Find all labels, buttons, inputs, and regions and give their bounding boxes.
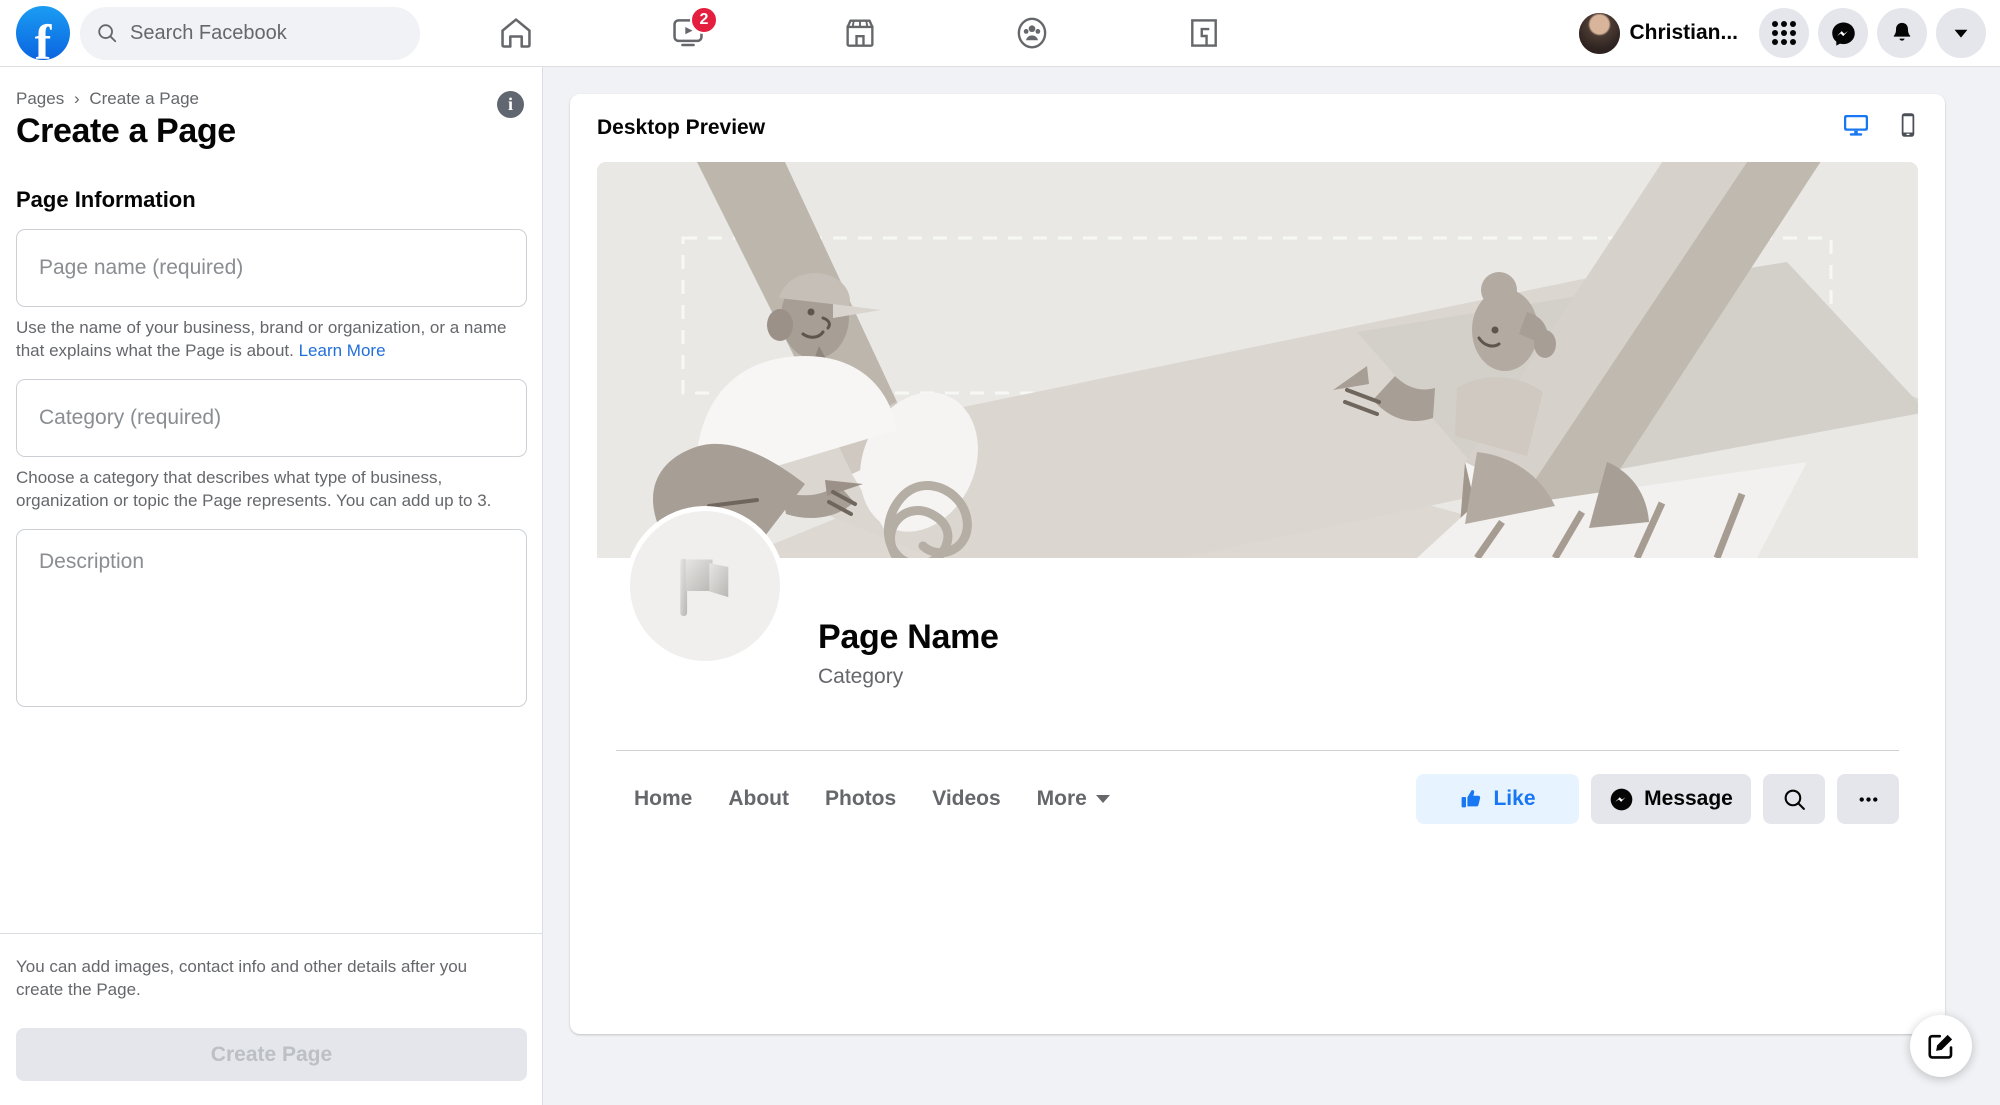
nav-left-group: Search Facebook [0, 6, 420, 67]
search-input[interactable]: Search Facebook [80, 6, 420, 60]
message-button[interactable]: Message [1591, 774, 1751, 824]
messenger-icon [1831, 21, 1855, 46]
nav-tab-marketplace[interactable] [774, 0, 946, 66]
preview-title: Desktop Preview [597, 116, 766, 139]
page-name-helper: Use the name of your business, brand or … [16, 317, 521, 363]
desktop-preview-button[interactable] [1841, 110, 1871, 140]
nav-tabs: 2 [430, 0, 1290, 66]
notifications-button[interactable] [1877, 8, 1927, 58]
preview-page-category: Category [818, 665, 904, 688]
messenger-icon [1610, 788, 1633, 810]
like-button[interactable]: Like [1416, 774, 1579, 824]
description-input[interactable]: Description [16, 528, 527, 707]
page-tab-more-label: More [1036, 787, 1087, 810]
page-tabs-row: Home About Photos Videos More Like Messa… [597, 751, 1918, 847]
profile-name: Christian... [1629, 21, 1738, 44]
video-badge: 2 [690, 6, 718, 34]
category-placeholder: Category (required) [39, 405, 222, 429]
thumbs-up-icon [1462, 790, 1481, 808]
breadcrumb: Pages › Create a Page [16, 89, 526, 109]
page-meta: Page Name Category [818, 618, 999, 689]
page-tab-photos[interactable]: Photos [807, 775, 914, 823]
menu-grid-icon [1772, 21, 1796, 45]
breadcrumb-separator: › [73, 89, 80, 108]
search-icon [96, 22, 118, 44]
search-icon [1784, 789, 1805, 810]
page-more-button[interactable] [1837, 774, 1899, 824]
gaming-icon [1191, 19, 1217, 47]
top-navigation-bar: Search Facebook 2 [0, 0, 2000, 67]
compose-icon [1928, 1034, 1953, 1059]
create-page-button[interactable]: Create Page [16, 1028, 527, 1081]
page-action-buttons: Like Message [1416, 774, 1899, 824]
page-name-placeholder: Page name (required) [39, 256, 244, 279]
sidebar-scroll-area: Pages › Create a Page Create a Page i Pa… [0, 67, 542, 933]
page-tab-videos[interactable]: Videos [914, 775, 1018, 823]
preview-area: Desktop Preview Page Name Category Home … [543, 67, 2000, 1105]
nav-right-group: Christian... [1574, 0, 1986, 66]
account-menu-button[interactable] [1936, 8, 1986, 58]
home-icon [501, 18, 531, 48]
cover-illustration [597, 162, 1918, 558]
create-page-sidebar: Pages › Create a Page Create a Page i Pa… [0, 67, 543, 1105]
breadcrumb-current: Create a Page [89, 89, 199, 108]
chevron-down-icon [1954, 29, 1968, 38]
menu-grid-button[interactable] [1759, 8, 1809, 58]
compose-fab-button[interactable] [1910, 1015, 1972, 1077]
preview-card: Desktop Preview Page Name Category Home … [570, 94, 1945, 1034]
info-icon[interactable]: i [497, 91, 524, 118]
page-tab-home[interactable]: Home [616, 775, 710, 823]
page-tab-more[interactable]: More [1019, 775, 1128, 823]
footer-note: You can add images, contact info and oth… [16, 957, 468, 1000]
sidebar-footer: You can add images, contact info and oth… [0, 933, 542, 1105]
avatar [1579, 12, 1621, 54]
nav-tab-gaming[interactable] [1118, 0, 1290, 66]
mobile-preview-button[interactable] [1893, 110, 1923, 140]
preview-header: Desktop Preview [570, 94, 1945, 162]
cover-photo[interactable] [597, 162, 1918, 558]
page-search-button[interactable] [1763, 774, 1825, 824]
device-toggle [1841, 110, 1923, 140]
chevron-down-icon [1095, 795, 1110, 803]
search-placeholder: Search Facebook [130, 21, 287, 44]
category-input[interactable]: Category (required) [16, 378, 527, 457]
like-label: Like [1493, 787, 1536, 810]
page-profile-picture[interactable] [625, 506, 785, 666]
category-helper-text: Choose a category that describes what ty… [16, 467, 492, 510]
groups-icon [1017, 17, 1047, 49]
profile-button[interactable]: Christian... [1574, 8, 1750, 59]
nav-tab-home[interactable] [430, 0, 602, 66]
page-title: Create a Page [16, 112, 236, 150]
ellipsis-icon [1859, 796, 1877, 802]
learn-more-link[interactable]: Learn More [299, 341, 386, 360]
breadcrumb-root[interactable]: Pages [16, 89, 64, 108]
marketplace-icon [846, 19, 874, 47]
section-title-page-information: Page Information [16, 187, 196, 212]
desktop-icon [1844, 115, 1868, 136]
notifications-icon [1893, 22, 1911, 41]
preview-page-name: Page Name [818, 618, 999, 656]
messenger-button[interactable] [1818, 8, 1868, 58]
page-name-helper-text: Use the name of your business, brand or … [16, 318, 507, 360]
mobile-icon [1901, 113, 1915, 137]
message-label: Message [1644, 787, 1733, 810]
flag-placeholder-icon [680, 558, 729, 617]
page-name-input[interactable]: Page name (required) [16, 229, 527, 307]
nav-tab-video[interactable]: 2 [602, 0, 774, 66]
nav-tab-groups[interactable] [946, 0, 1118, 66]
facebook-logo-icon[interactable] [16, 6, 70, 67]
page-identity-row: Page Name Category [597, 506, 1918, 750]
description-placeholder: Description [39, 549, 145, 573]
page-tab-about[interactable]: About [710, 775, 807, 823]
